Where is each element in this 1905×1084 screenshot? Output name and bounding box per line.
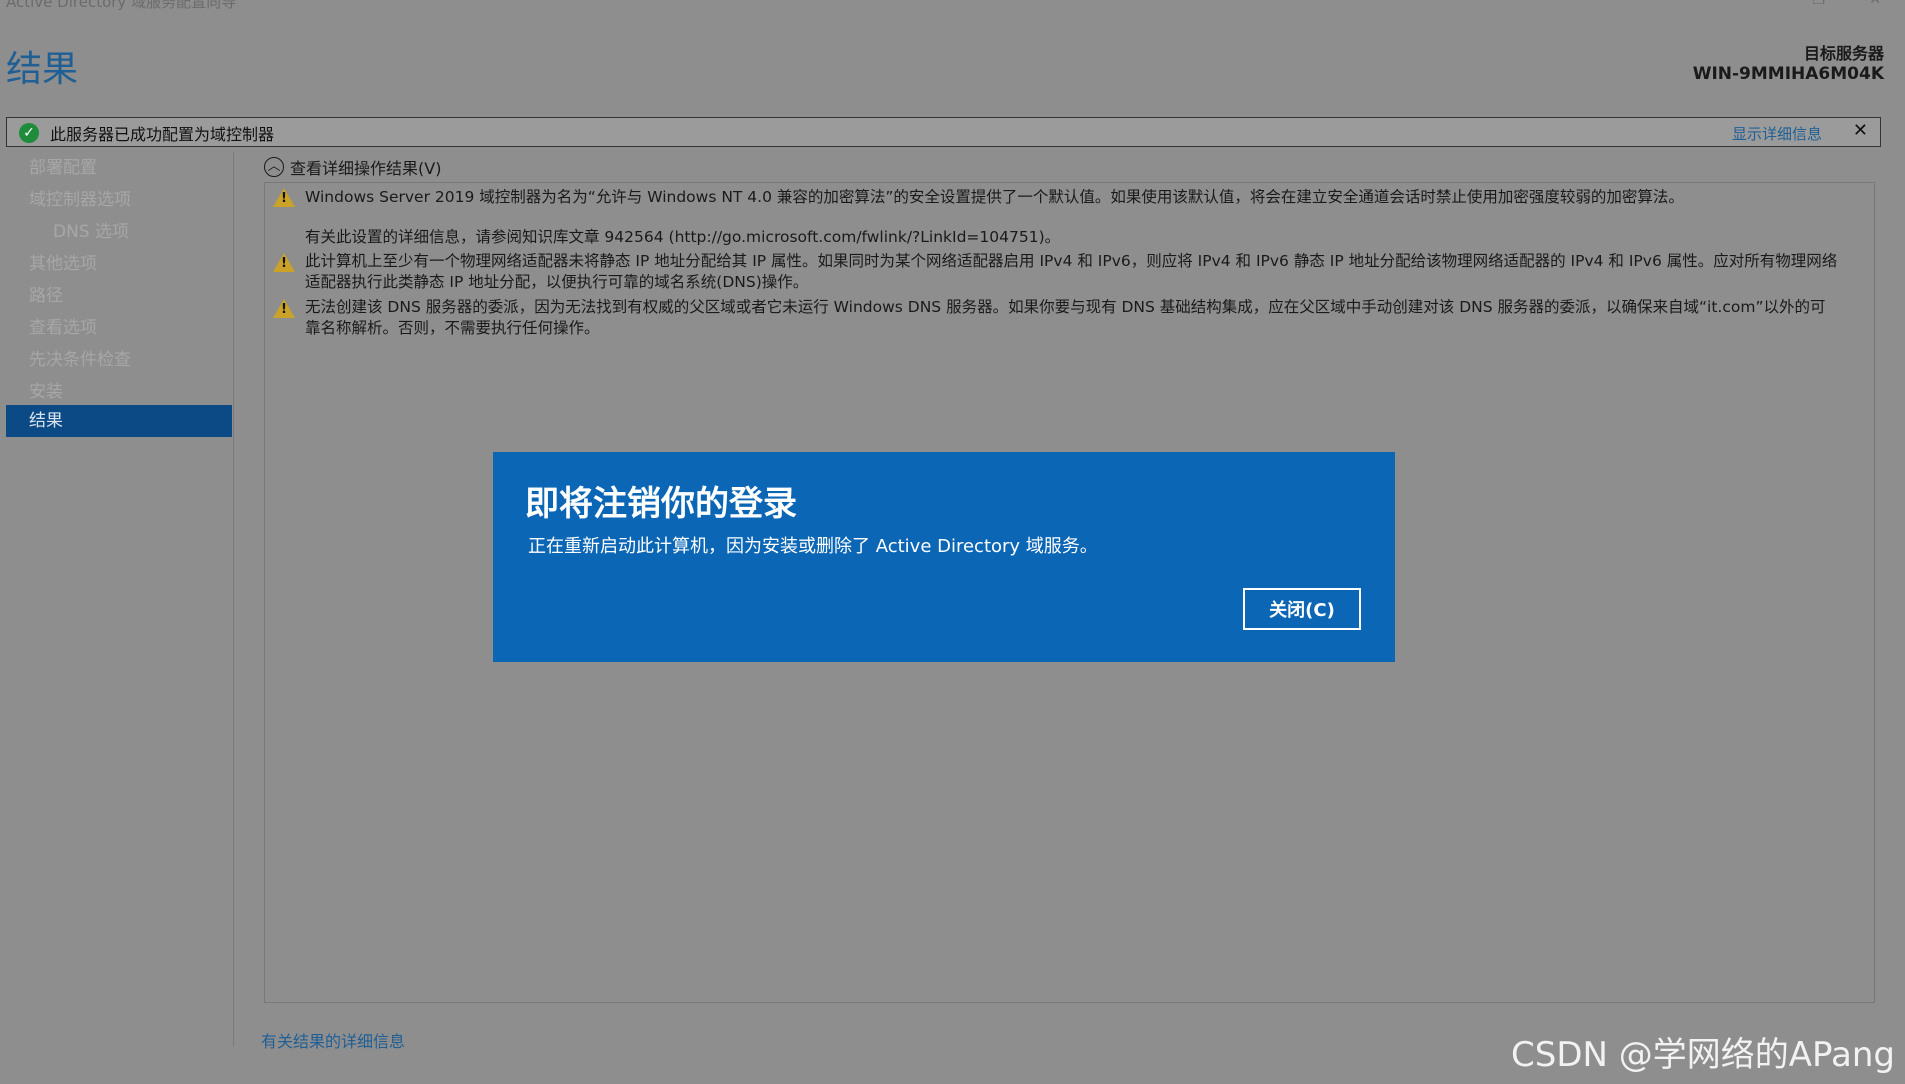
sidebar-item-additional-options[interactable]: 其他选项	[6, 248, 232, 280]
warning-message-2-line-2: 适配器执行此类静态 IP 地址分配，以便执行可靠的域名系统(DNS)操作。	[305, 273, 809, 291]
warning-icon	[273, 299, 295, 318]
chevron-up-icon: ︿	[264, 157, 284, 177]
sidebar-item-dns-options[interactable]: DNS 选项	[6, 216, 232, 248]
success-notice-bar: ✓ 此服务器已成功配置为域控制器 显示详细信息 ✕	[6, 117, 1881, 147]
dialog-message: 正在重新启动此计算机，因为安装或删除了 Active Directory 域服务…	[528, 536, 1098, 557]
sidebar-item-prerequisites[interactable]: 先决条件检查	[6, 344, 232, 376]
warning-icon	[273, 253, 295, 272]
warning-message-1-line-1: Windows Server 2019 域控制器为名为“允许与 Windows …	[305, 188, 1684, 206]
sidebar-item-review-options[interactable]: 查看选项	[6, 312, 232, 344]
window-title: Active Directory 域服务配置向导	[6, 0, 237, 11]
notice-message: 此服务器已成功配置为域控制器	[50, 125, 275, 144]
target-server: 目标服务器 WIN-9MMIHA6M04K	[1693, 44, 1884, 84]
sign-out-dialog: 即将注销你的登录 正在重新启动此计算机，因为安装或删除了 Active Dire…	[493, 452, 1395, 662]
more-about-results-link[interactable]: 有关结果的详细信息	[261, 1028, 405, 1052]
page-title: 结果	[6, 49, 79, 90]
warning-icon	[273, 188, 295, 207]
sidebar-item-dc-options[interactable]: 域控制器选项	[6, 184, 232, 216]
show-details-link[interactable]: 显示详细信息	[1732, 123, 1822, 144]
sidebar-item-paths[interactable]: 路径	[6, 280, 232, 312]
sidebar-item-install[interactable]: 安装	[6, 376, 232, 408]
warning-message-1-line-2: 有关此设置的详细信息，请参阅知识库文章 942564 (http://go.mi…	[305, 228, 1061, 246]
close-notice-icon[interactable]: ✕	[1853, 120, 1868, 141]
dialog-heading: 即将注销你的登录	[525, 484, 797, 524]
view-detailed-results-toggle[interactable]: ︿ 查看详细操作结果(V)	[264, 155, 441, 179]
close-dialog-button[interactable]: 关闭(C)	[1243, 588, 1361, 630]
warning-message-2-line-1: 此计算机上至少有一个物理网络适配器未将静态 IP 地址分配给其 IP 属性。如果…	[305, 252, 1838, 270]
expander-label: 查看详细操作结果(V)	[290, 159, 442, 178]
target-server-label: 目标服务器	[1803, 44, 1884, 63]
warning-message-3-line-1: 无法创建该 DNS 服务器的委派，因为无法找到有权威的父区域或者它未运行 Win…	[305, 298, 1826, 316]
window-titlebar: Active Directory 域服务配置向导 ❐ ✕	[0, 0, 1905, 12]
target-server-name: WIN-9MMIHA6M04K	[1692, 64, 1884, 84]
restore-icon[interactable]: ❐	[1812, 0, 1825, 8]
sidebar-divider	[233, 152, 234, 1047]
check-circle-icon: ✓	[19, 123, 39, 143]
warning-message-3-line-2: 靠名称解析。否则，不需要执行任何操作。	[305, 319, 600, 337]
watermark: CSDN @学网络的APang	[1511, 1035, 1895, 1075]
wizard-sidebar: 部署配置 域控制器选项 DNS 选项 其他选项 路径 查看选项 先决条件检查 安…	[6, 152, 234, 1047]
close-window-icon[interactable]: ✕	[1869, 0, 1881, 8]
sidebar-item-results[interactable]: 结果	[6, 405, 232, 437]
sidebar-item-deployment-config[interactable]: 部署配置	[6, 152, 232, 184]
